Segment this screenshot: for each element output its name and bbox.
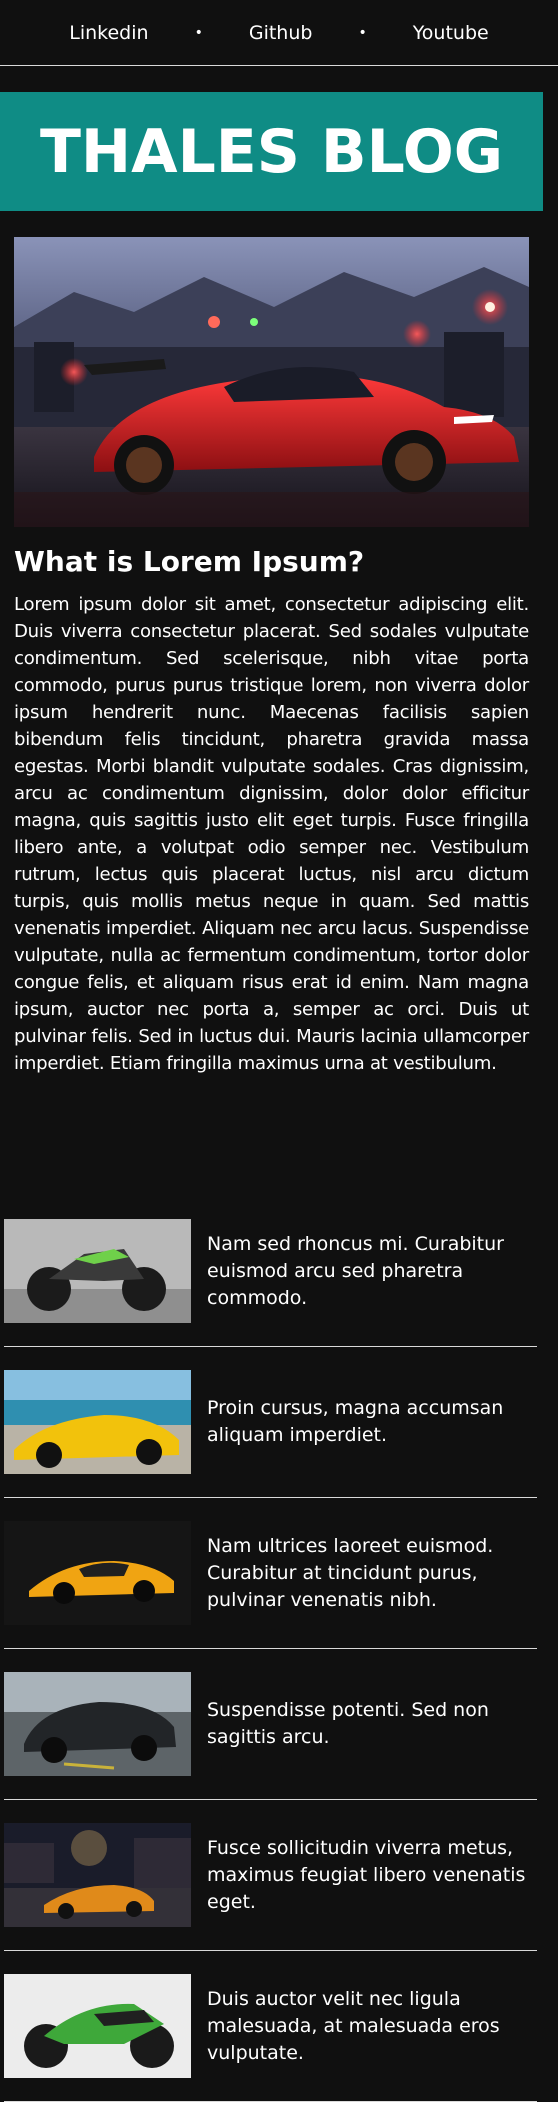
- post-card-text: Proin cursus, magna accumsan aliquam imp…: [207, 1397, 504, 1446]
- post-card[interactable]: Proin cursus, magna accumsan aliquam imp…: [4, 1347, 537, 1498]
- thumbnail-black-suv-wet-road[interactable]: [4, 1672, 191, 1776]
- post-card-text: Suspendisse potenti. Sed non sagittis ar…: [207, 1699, 489, 1748]
- hero-image-red-supercar: [14, 237, 529, 527]
- top-navigation: Linkedin • Github • Youtube: [0, 0, 558, 66]
- thumbnail-yellow-supercar-dark[interactable]: [4, 1521, 191, 1625]
- thumbnail-orange-car-city-night[interactable]: [4, 1823, 191, 1927]
- nav-link-youtube[interactable]: Youtube: [413, 22, 489, 44]
- nav-link-github[interactable]: Github: [249, 22, 313, 44]
- post-list: Nam sed rhoncus mi. Curabitur euismod ar…: [4, 1196, 537, 2102]
- thumbnail-green-sport-motorcycle[interactable]: [4, 1974, 191, 2078]
- post-card[interactable]: Nam sed rhoncus mi. Curabitur euismod ar…: [4, 1196, 537, 1347]
- thumbnail-yellow-sports-car-beach[interactable]: [4, 1370, 191, 1474]
- article-body: Lorem ipsum dolor sit amet, consectetur …: [14, 593, 529, 1074]
- post-card[interactable]: Duis auctor velit nec ligula malesuada, …: [4, 1951, 537, 2102]
- post-card[interactable]: Nam ultrices laoreet euismod. Curabitur …: [4, 1498, 537, 1649]
- nav-separator: •: [194, 24, 203, 41]
- thumbnail-grey-motorcycle[interactable]: [4, 1219, 191, 1323]
- post-card-text: Fusce sollicitudin viverra metus, maximu…: [207, 1836, 526, 1913]
- post-card[interactable]: Suspendisse potenti. Sed non sagittis ar…: [4, 1649, 537, 1800]
- blog-banner: THALES BLOG: [0, 92, 543, 211]
- blog-title: THALES BLOG: [40, 116, 503, 187]
- post-card[interactable]: Fusce sollicitudin viverra metus, maximu…: [4, 1800, 537, 1951]
- nav-link-linkedin[interactable]: Linkedin: [69, 22, 148, 44]
- nav-separator: •: [358, 24, 367, 41]
- post-card-text: Duis auctor velit nec ligula malesuada, …: [207, 1987, 500, 2064]
- post-card-text: Nam sed rhoncus mi. Curabitur euismod ar…: [207, 1232, 504, 1309]
- article-heading: What is Lorem Ipsum?: [14, 545, 365, 578]
- article: What is Lorem Ipsum? Lorem ipsum dolor s…: [14, 545, 529, 1077]
- post-card-text: Nam ultrices laoreet euismod. Curabitur …: [207, 1534, 494, 1611]
